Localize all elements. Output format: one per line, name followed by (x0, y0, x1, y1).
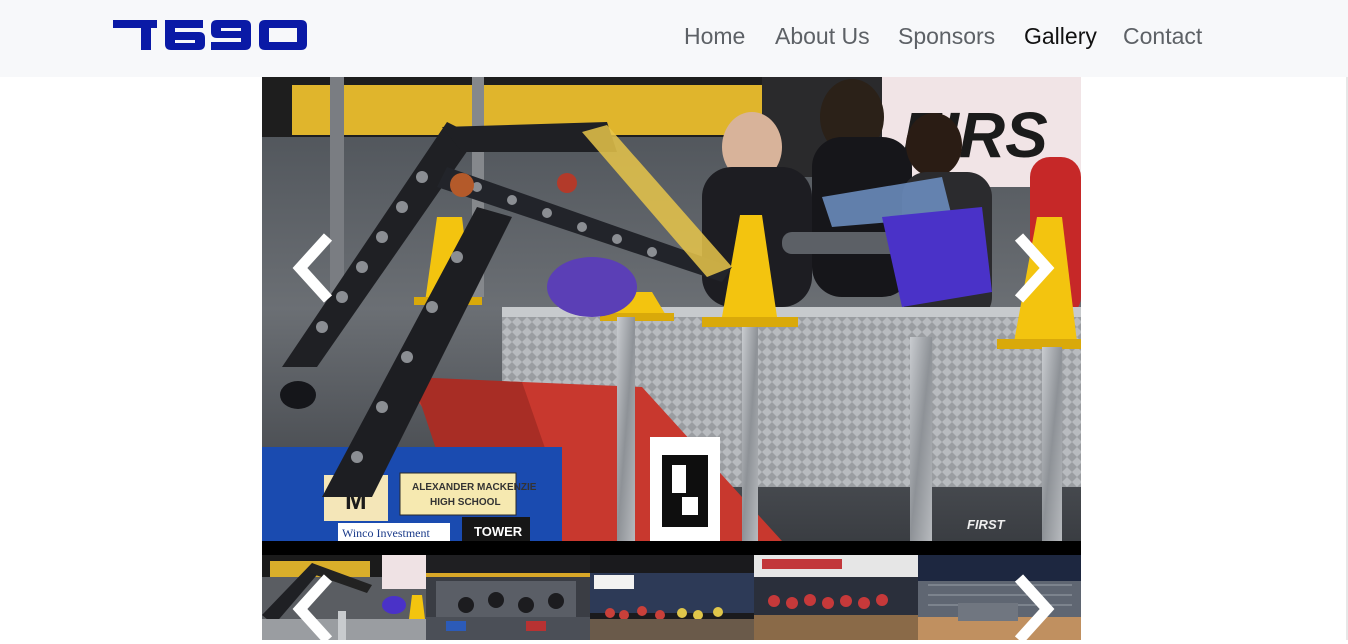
site-header: Home About Us Sponsors Gallery Contact (0, 0, 1348, 77)
thumb-team-group-image (754, 555, 918, 640)
school-sign-line2: HIGH SCHOOL (430, 497, 501, 508)
nav-gallery[interactable]: Gallery (1024, 21, 1097, 51)
sponsor-sign: Winco Investment (342, 526, 430, 540)
chevron-right-icon (1014, 233, 1055, 303)
thumb-robot-closeup-image (262, 555, 426, 640)
nav-contact[interactable]: Contact (1123, 21, 1202, 51)
main-nav: Home About Us Sponsors Gallery Contact (0, 0, 1348, 77)
thumbnail-3[interactable] (590, 555, 754, 640)
chevron-right-icon (1014, 574, 1055, 644)
nav-home[interactable]: Home (684, 21, 745, 51)
thumb-prev-button[interactable] (290, 574, 336, 644)
robot-competition-photo: FIRS M ALEXANDER MACKENZIE HIGH SCHOOL W… (262, 77, 1081, 541)
main-prev-button[interactable] (290, 233, 336, 303)
chevron-left-icon (292, 233, 333, 303)
school-sign-line1: ALEXANDER MACKENZIE (412, 482, 537, 493)
gallery-main-slide: FIRS M ALEXANDER MACKENZIE HIGH SCHOOL W… (262, 77, 1081, 541)
main-next-button[interactable] (1011, 233, 1057, 303)
thumbnail-2[interactable] (426, 555, 590, 640)
tower-sign: TOWER (474, 524, 523, 539)
thumb-crowd-stands-image (590, 555, 754, 640)
thumbnail-carousel (262, 555, 1081, 640)
thumb-next-button[interactable] (1011, 574, 1057, 644)
nav-about-us[interactable]: About Us (775, 21, 870, 51)
photo-watermark: FIRST (967, 517, 1006, 532)
thumbnail-4[interactable] (754, 555, 918, 640)
nav-sponsors[interactable]: Sponsors (898, 21, 995, 51)
chevron-left-icon (292, 574, 333, 644)
thumbnail-1[interactable] (262, 555, 426, 640)
thumb-field-view-image (426, 555, 590, 640)
